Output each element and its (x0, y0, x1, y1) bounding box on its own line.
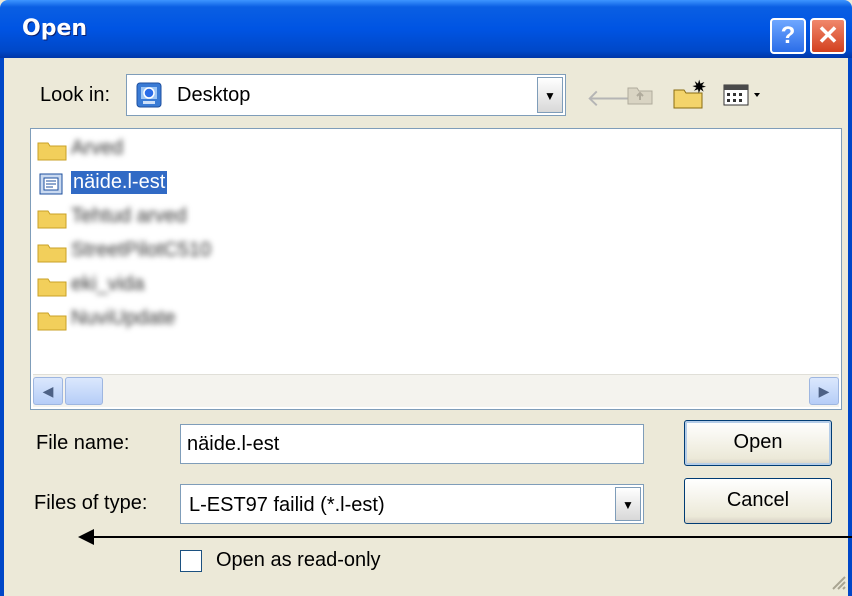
open-button[interactable]: Open (684, 420, 832, 466)
window-frame-right (848, 58, 852, 596)
document-icon (39, 173, 63, 195)
open-dialog: Open ? ✕ Look in: Desktop ▼ 🡐 Arved näid… (0, 0, 852, 596)
cancel-button[interactable]: Cancel (684, 478, 832, 524)
folder-icon (37, 142, 67, 161)
file-type-dropdown[interactable]: L-EST97 failid (*.l-est) ▼ (180, 484, 644, 524)
read-only-checkbox[interactable] (180, 550, 202, 572)
folder-icon (37, 244, 67, 263)
annotation-arrow-head (78, 529, 94, 545)
new-folder-icon[interactable] (672, 78, 708, 110)
list-item[interactable]: Tehtud arved (37, 203, 237, 233)
file-type-value: L-EST97 failid (*.l-est) (189, 494, 385, 516)
file-list[interactable]: Arved näide.l-est Tehtud arved StreetPil… (30, 128, 842, 410)
list-item[interactable]: Arved (37, 135, 177, 165)
help-button[interactable]: ? (770, 18, 806, 54)
look-in-label: Look in: (40, 84, 111, 106)
read-only-label: Open as read-only (216, 549, 381, 571)
annotation-arrow-line (92, 536, 852, 538)
scroll-left-button[interactable]: ◀ (33, 377, 63, 405)
desktop-icon (136, 82, 162, 108)
folder-icon (37, 278, 67, 297)
file-name: Arved (71, 137, 124, 159)
look-in-value: Desktop (177, 84, 251, 106)
folder-icon (37, 312, 67, 331)
resize-grip-icon[interactable] (828, 572, 846, 590)
horizontal-scrollbar[interactable]: ◀ ▶ (33, 374, 839, 407)
file-name: NuviUpdate (71, 307, 176, 329)
file-name: StreetPilotC510 (71, 239, 212, 261)
file-type-label: Files of type: (34, 492, 148, 514)
up-one-level-icon[interactable] (626, 82, 654, 106)
list-item[interactable]: StreetPilotC510 (37, 237, 237, 267)
file-name: Tehtud arved (71, 205, 187, 227)
views-menu-icon[interactable] (722, 82, 768, 108)
list-item[interactable]: eki_vida (37, 271, 177, 301)
close-button[interactable]: ✕ (810, 18, 846, 54)
folder-icon (37, 210, 67, 229)
list-item[interactable]: NuviUpdate (37, 305, 237, 335)
file-name-input[interactable]: näide.l-est (180, 424, 644, 464)
window-frame-left (0, 58, 4, 596)
look-in-dropdown[interactable]: Desktop ▼ (126, 74, 566, 116)
dialog-title: Open (22, 16, 88, 41)
list-item-selected[interactable]: näide.l-est (37, 169, 197, 199)
look-in-dropdown-arrow[interactable]: ▼ (537, 77, 563, 113)
scroll-right-button[interactable]: ▶ (809, 377, 839, 405)
file-name: eki_vida (71, 273, 145, 295)
file-name-label: File name: (36, 432, 130, 454)
file-name: näide.l-est (71, 171, 168, 194)
title-bar[interactable]: Open ? ✕ (0, 0, 852, 58)
file-type-dropdown-arrow[interactable]: ▼ (615, 487, 641, 521)
scrollbar-thumb[interactable] (65, 377, 103, 405)
